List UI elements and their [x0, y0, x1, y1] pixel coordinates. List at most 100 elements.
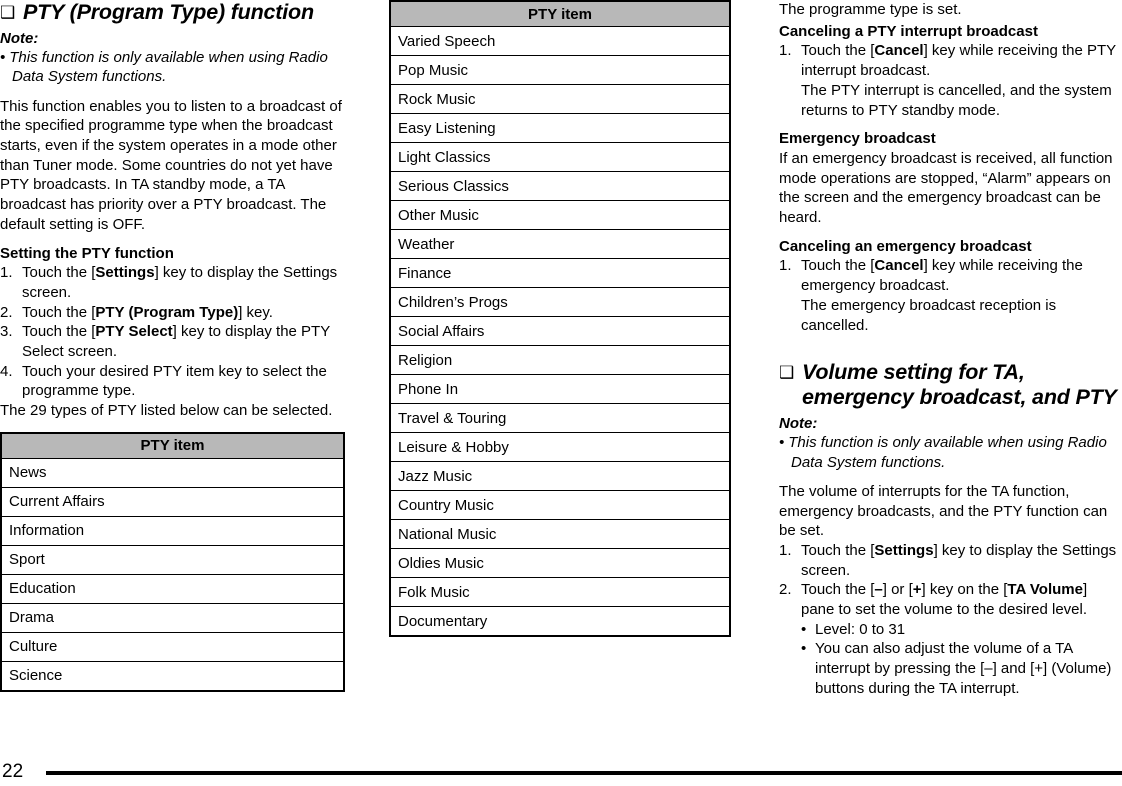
intro-paragraph: This function enables you to listen to a…	[0, 87, 345, 235]
table-row: Easy Listening	[390, 113, 730, 143]
step-text: Touch your desired PTY item key to selec…	[22, 362, 327, 400]
section-heading-pty-text: PTY (Program Type) function	[23, 0, 314, 24]
pty-item-cell: Country Music	[390, 490, 730, 520]
table-row: Pop Music	[390, 55, 730, 85]
step-text-part: Touch the [	[801, 541, 875, 559]
step-text-part: Touch the [	[22, 323, 96, 341]
pty-item-cell: Weather	[390, 229, 730, 259]
step-number: 2.	[779, 581, 792, 599]
list-item: • You can also adjust the volume of a TA…	[801, 639, 1122, 698]
steps-volume: 1. Touch the [Settings] key to display t…	[779, 541, 1122, 620]
step-number: 1.	[779, 541, 792, 559]
list-item-text: Level: 0 to 31	[815, 620, 906, 638]
pty-item-cell: Jazz Music	[390, 461, 730, 491]
table-row: Weather	[390, 229, 730, 259]
pty-table-1-wrapper: PTY item News Current Affairs Informatio…	[0, 431, 345, 692]
note-item-left: • This function is only available when us…	[0, 48, 345, 87]
pty-item-cell: Folk Music	[390, 577, 730, 607]
table-row: Drama	[1, 603, 344, 633]
note-label-right: Note:	[779, 415, 818, 433]
table-row: Folk Music	[390, 577, 730, 607]
square-bullet-icon: ❑	[0, 3, 16, 22]
step-text: Touch the [Settings] key to display the …	[22, 263, 345, 302]
column-right: The programme type is set. Canceling a P…	[779, 0, 1122, 699]
square-bullet-icon: ❑	[779, 363, 795, 383]
note-bullet-icon-left: •	[0, 49, 6, 66]
step-text-part: Touch the [	[22, 264, 96, 282]
step-text-part: Touch the [	[801, 42, 875, 60]
step-key-label-plus: +	[912, 581, 922, 599]
pty-item-cell: National Music	[390, 519, 730, 549]
pty-item-cell: Oldies Music	[390, 548, 730, 578]
step-item: 3. Touch the [PTY Select] key to display…	[0, 322, 345, 361]
step-text: Touch the [Cancel] key while receiving t…	[801, 41, 1122, 80]
pty-item-cell: Light Classics	[390, 142, 730, 172]
pty-item-cell: Easy Listening	[390, 113, 730, 143]
section-heading-volume: ❑ Volume setting for TA, emergency broad…	[779, 360, 1122, 410]
pty-item-cell: Phone In	[390, 374, 730, 404]
lead-line: The programme type is set.	[779, 1, 962, 18]
pty-item-cell: Children’s Progs	[390, 287, 730, 317]
section-heading-pty: ❑ PTY (Program Type) function	[0, 0, 345, 25]
step-number: 1.	[0, 264, 13, 282]
page-number: 22	[2, 761, 24, 782]
column-header-pty-item: PTY item	[390, 1, 730, 27]
manual-page: ❑ PTY (Program Type) function Note: • Thi…	[0, 0, 1122, 786]
step-key-label: PTY (Program Type)	[95, 303, 239, 321]
table-row: Country Music	[390, 490, 730, 520]
intro-paragraph-text: This function enables you to listen to a…	[0, 97, 342, 233]
table-row: Information	[1, 516, 344, 546]
table-row: Sport	[1, 545, 344, 575]
pty-item-cell: Information	[1, 516, 344, 546]
step-text: Touch the [PTY Select] key to display th…	[22, 322, 345, 361]
after-steps-paragraph: The 29 types of PTY listed below can be …	[0, 402, 333, 420]
table-row: Culture	[1, 632, 344, 662]
table-row: Jazz Music	[390, 461, 730, 491]
step-key-label: Settings	[95, 264, 155, 282]
table-row: National Music	[390, 519, 730, 549]
table-header-row: PTY item	[1, 432, 344, 459]
step-item: 1. Touch the [Cancel] key while receivin…	[779, 256, 1122, 335]
pty-item-cell: Sport	[1, 545, 344, 575]
step-number: 4.	[0, 362, 13, 380]
page-footer: 22	[0, 746, 1122, 786]
pty-table-2: PTY item Varied Speech Pop Music Rock Mu…	[389, 0, 731, 637]
step-text: Touch the [–] or [+] key on the [TA Volu…	[801, 580, 1122, 619]
table-row: Documentary	[390, 607, 730, 637]
pty-item-cell: News	[1, 458, 344, 488]
step-number: 2.	[0, 303, 13, 321]
step-text-part: ] key.	[238, 303, 273, 321]
subheading-cancel-pty: Canceling a PTY interrupt broadcast	[779, 22, 1038, 40]
table-header-row: PTY item	[390, 1, 730, 27]
step-followup: The emergency broadcast reception is can…	[801, 296, 1057, 334]
table-row: Children’s Progs	[390, 287, 730, 317]
pty-item-cell: Religion	[390, 345, 730, 375]
step-key-label: Settings	[874, 541, 934, 559]
step-number: 1.	[779, 257, 792, 275]
table-row: Finance	[390, 258, 730, 288]
subheading-cancel-emergency: Canceling an emergency broadcast	[779, 237, 1032, 255]
note-item-right: • This function is only available when us…	[779, 433, 1122, 472]
pty-item-cell: Education	[1, 574, 344, 604]
table-row: Varied Speech	[390, 26, 730, 56]
step-item: 1. Touch the [Settings] key to display t…	[779, 541, 1122, 580]
table-row: Serious Classics	[390, 171, 730, 201]
step-item: 2. Touch the [PTY (Program Type)] key.	[0, 303, 345, 323]
step-key-label-ta-volume: TA Volume	[1007, 581, 1083, 599]
note-label-left: Note:	[0, 30, 39, 47]
step-key-label: Cancel	[874, 257, 924, 275]
pty-item-cell: Culture	[1, 632, 344, 662]
step-text-part: ] key on the [	[921, 581, 1008, 599]
pty-item-cell: Serious Classics	[390, 171, 730, 201]
table-row: Oldies Music	[390, 548, 730, 578]
step-text: Touch the [Cancel] key while receiving t…	[801, 256, 1122, 295]
pty-table-2-body: Varied Speech Pop Music Rock Music Easy …	[390, 26, 730, 637]
step-item: 4. Touch your desired PTY item key to se…	[0, 362, 345, 401]
table-row: Religion	[390, 345, 730, 375]
step-item: 1. Touch the [Cancel] key while receivin…	[779, 41, 1122, 120]
table-row: Other Music	[390, 200, 730, 230]
note-item-text-right: This function is only available when usi…	[788, 434, 1107, 471]
pty-table-1-body: News Current Affairs Information Sport E…	[1, 458, 344, 691]
step-item: 1. Touch the [Settings] key to display t…	[0, 263, 345, 302]
step-text-part: ] or [	[882, 581, 913, 599]
